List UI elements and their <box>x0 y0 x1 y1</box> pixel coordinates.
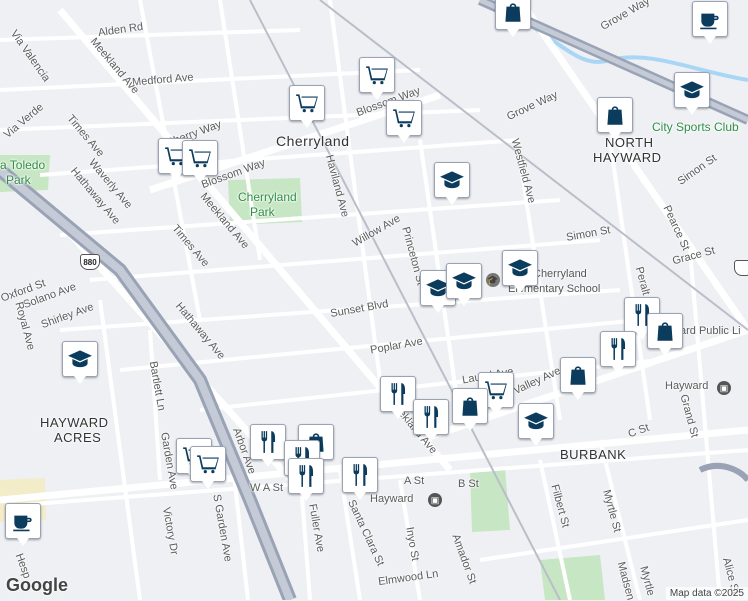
fork-knife-icon <box>391 383 406 405</box>
shopping-bag-icon <box>462 397 478 416</box>
street-a-st: A St <box>404 475 425 487</box>
restaurant-marker[interactable] <box>342 457 378 500</box>
shopping-bag-icon <box>607 106 623 125</box>
school-poi-icon[interactable]: 🎓 <box>486 273 500 287</box>
graduation-cap-icon <box>440 171 464 189</box>
fork-knife-icon <box>611 338 626 360</box>
street-b-st: B St <box>458 478 479 490</box>
shopping-bag-marker[interactable] <box>452 388 488 431</box>
shopping-cart-icon <box>366 66 388 85</box>
cafe-marker[interactable] <box>5 503 41 546</box>
shopping-cart-icon <box>189 149 211 168</box>
school-marker[interactable] <box>502 250 538 293</box>
coffee-cup-icon <box>13 515 32 532</box>
school-marker[interactable] <box>434 162 470 205</box>
shopping-bag-marker[interactable] <box>495 0 531 37</box>
graduation-cap-icon <box>68 350 92 368</box>
graduation-cap-icon <box>680 81 704 99</box>
shopping-bag-icon <box>570 366 586 385</box>
shopping-cart-icon <box>296 94 318 113</box>
street-w-a-st: W A St <box>250 482 284 494</box>
hayward-station-label: Hayward <box>665 380 709 392</box>
fork-knife-icon <box>424 406 439 428</box>
cherryland-park-label-1: Cherryland <box>238 190 297 204</box>
shopping-bag-marker[interactable] <box>597 97 633 140</box>
cherryland-elementary-label-1: Cherryland <box>533 268 587 280</box>
south-park <box>540 555 605 600</box>
school-marker[interactable] <box>62 341 98 384</box>
graduation-cap-icon <box>524 412 548 430</box>
hayward-library-label: ard Public Li <box>680 325 741 337</box>
cherryland-place: Cherryland <box>276 133 350 149</box>
hayward-acres-place-2: ACRES <box>54 430 102 445</box>
shopping-bag-marker[interactable] <box>560 357 596 400</box>
shopping-cart-icon <box>197 455 219 474</box>
restaurant-marker[interactable] <box>600 331 636 374</box>
school-marker[interactable] <box>518 403 554 446</box>
fork-knife-icon <box>353 464 368 486</box>
fork-knife-icon <box>299 465 314 487</box>
coffee-cup-icon <box>700 13 719 30</box>
graduation-cap-icon <box>508 259 532 277</box>
grocery-marker[interactable] <box>359 57 395 100</box>
hwy-shield-icon <box>734 260 748 276</box>
school-marker[interactable] <box>674 72 710 115</box>
i-880-shield-icon: 880 <box>80 254 100 270</box>
restaurant-marker[interactable] <box>250 424 286 467</box>
train-station-icon[interactable]: ▣ <box>717 381 731 395</box>
cafe-marker[interactable] <box>692 1 728 44</box>
toledo-park-label-1: a Toledo <box>0 158 46 172</box>
restaurant-marker[interactable] <box>288 458 324 501</box>
shopping-cart-icon <box>393 109 415 128</box>
grocery-marker[interactable] <box>289 85 325 128</box>
school-marker[interactable] <box>446 263 482 306</box>
bus-station-icon[interactable]: ▣ <box>428 493 442 507</box>
toledo-park-label-2: Park <box>6 173 31 187</box>
hayward-acres-place-1: HAYWARD <box>40 415 109 430</box>
map-attribution[interactable]: Map data ©2025 <box>665 587 748 600</box>
shopping-bag-icon <box>505 3 521 22</box>
grocery-marker[interactable] <box>182 140 218 183</box>
restaurant-marker[interactable] <box>413 399 449 442</box>
restaurant-marker[interactable] <box>380 376 416 419</box>
shopping-bag-marker[interactable] <box>647 313 683 356</box>
cherryland-park-label-2: Park <box>250 205 275 219</box>
grocery-marker[interactable] <box>386 100 422 143</box>
grocery-marker[interactable] <box>190 446 226 489</box>
hayward-bus-label: Hayward <box>370 493 414 505</box>
shopping-bag-icon <box>657 322 673 341</box>
city-sports-club-label: City Sports Club <box>652 120 739 134</box>
north-hayward-place-2: HAYWARD <box>593 150 662 165</box>
burbank-place: BURBANK <box>560 447 627 462</box>
google-logo: Google <box>6 575 68 595</box>
fork-knife-icon <box>261 431 276 453</box>
graduation-cap-icon <box>452 272 476 290</box>
